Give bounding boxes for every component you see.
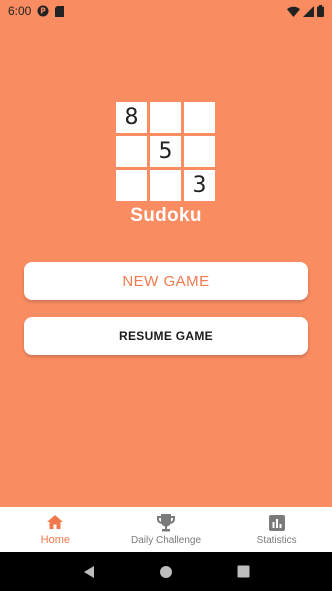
recents-icon[interactable] [231,560,255,584]
logo-cell [116,136,147,167]
status-bar: 6:00 P [0,0,332,22]
bottom-navigation: Home Daily Challenge Statistics [0,507,332,552]
nav-item-daily-challenge[interactable]: Daily Challenge [111,507,222,552]
app-notification-icon: P [37,5,49,17]
resume-game-label: RESUME GAME [119,329,213,343]
logo-cell [150,170,181,201]
resume-game-button[interactable]: RESUME GAME [24,317,308,355]
sd-card-icon [55,5,65,17]
app-title: Sudoku [130,205,202,226]
nav-item-home[interactable]: Home [0,507,111,552]
nav-label-statistics: Statistics [256,534,297,546]
system-navigation-bar [0,552,332,591]
new-game-label: NEW GAME [122,272,210,290]
nav-label-home: Home [40,534,70,546]
svg-text:P: P [41,7,47,16]
new-game-button[interactable]: NEW GAME [24,262,308,300]
nav-item-statistics[interactable]: Statistics [221,507,332,552]
logo-cell [184,102,215,133]
main-screen: 6:00 P 8 5 3 Sudoku NEW GAME RESUME GAME… [0,0,332,591]
wifi-icon [287,6,300,17]
status-right [287,5,324,17]
nav-label-daily-challenge: Daily Challenge [130,534,202,546]
home-circle-icon[interactable] [154,560,178,584]
sudoku-logo-grid: 8 5 3 [116,102,216,202]
logo-cell [150,102,181,133]
logo-cell: 5 [150,136,181,167]
battery-icon [317,5,324,17]
logo-cell [116,170,147,201]
logo-cell: 8 [116,102,147,133]
status-left: 6:00 P [8,4,65,18]
back-icon[interactable] [77,560,101,584]
logo-cell [184,136,215,167]
trophy-icon [156,513,176,532]
home-icon [47,513,64,531]
bar-chart-icon [268,514,285,532]
logo-cell: 3 [184,170,215,201]
signal-icon [303,5,314,17]
status-time: 6:00 [8,4,32,18]
